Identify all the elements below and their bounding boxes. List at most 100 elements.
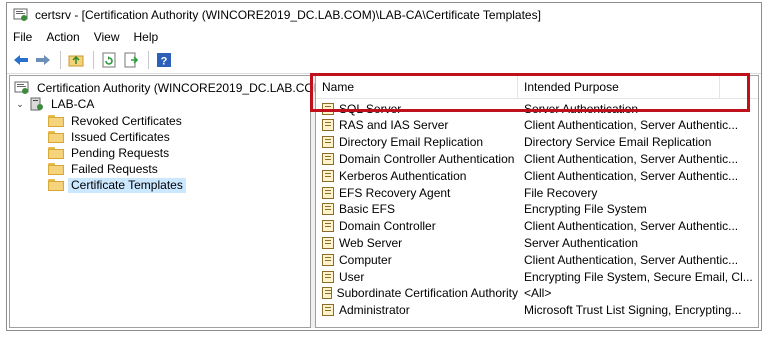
intended-purpose-cell: Directory Service Email Replication xyxy=(524,135,712,150)
panes: Certification Authority (WINCORE2019_DC.… xyxy=(9,75,759,328)
template-name-cell: Computer xyxy=(316,253,518,267)
intended-purpose-cell: Client Authentication, Server Authentic.… xyxy=(524,219,739,234)
template-name: Kerberos Authentication xyxy=(339,168,467,183)
tree-item-lab-ca[interactable]: ⌄ LAB-CA xyxy=(14,96,97,112)
window-title: certsrv - [Certification Authority (WINC… xyxy=(35,8,541,22)
table-row[interactable]: Computer Client Authentication, Server Au… xyxy=(316,251,738,268)
certificate-template-icon xyxy=(322,203,334,216)
tree-root-label: Certification Authority (WINCORE2019_DC.… xyxy=(37,80,328,95)
menu-help[interactable]: Help xyxy=(134,30,159,44)
tree-folder-label: Revoked Certificates xyxy=(71,113,182,128)
tree-item-issued-certificates[interactable]: Issued Certificates xyxy=(48,129,173,145)
template-name: EFS Recovery Agent xyxy=(339,185,451,200)
tree-folder-label: Failed Requests xyxy=(71,161,158,176)
title-bar: certsrv - [Certification Authority (WINC… xyxy=(7,3,761,27)
table-row[interactable]: Web Server Server Authentication xyxy=(316,234,638,251)
template-name-cell: Subordinate Certification Authority xyxy=(316,286,518,300)
menu-view[interactable]: View xyxy=(94,30,120,44)
intended-purpose-cell: Encrypting File System, Secure Email, Cl… xyxy=(524,269,753,284)
template-name-cell: Domain Controller xyxy=(316,219,518,233)
ca-server-icon xyxy=(28,97,44,111)
intended-purpose-cell: Client Authentication, Server Authentic.… xyxy=(524,151,739,166)
table-row[interactable]: User Encrypting File System, Secure Email… xyxy=(316,268,753,285)
template-name-cell: Directory Email Replication xyxy=(316,135,518,149)
certificate-template-icon xyxy=(322,136,334,149)
svg-text:?: ? xyxy=(161,56,168,68)
template-name: Administrator xyxy=(339,303,410,318)
template-name-cell: Basic EFS xyxy=(316,202,518,216)
intended-purpose-cell: Encrypting File System xyxy=(524,202,647,217)
template-name-cell: User xyxy=(316,270,518,284)
template-name: Web Server xyxy=(339,235,403,250)
tree-item-failed-requests[interactable]: Failed Requests xyxy=(48,161,161,177)
folder-icon xyxy=(48,131,64,143)
certification-authority-icon xyxy=(14,81,30,95)
column-header-name[interactable]: Name xyxy=(316,76,518,98)
table-row[interactable]: Domain Controller Authentication Client A… xyxy=(316,150,738,167)
up-folder-icon[interactable] xyxy=(66,50,86,70)
details-pane: Name Intended Purpose SQL Server Server A… xyxy=(315,75,759,328)
template-name: Basic EFS xyxy=(339,202,396,217)
certificate-template-icon xyxy=(322,102,334,115)
certificate-template-icon xyxy=(322,287,332,300)
folder-icon xyxy=(48,163,64,175)
table-row[interactable]: Subordinate Certification Authority <All> xyxy=(316,285,551,302)
template-name: RAS and IAS Server xyxy=(339,118,449,133)
template-name-cell: RAS and IAS Server xyxy=(316,118,518,132)
column-header-intended-purpose[interactable]: Intended Purpose xyxy=(518,76,720,98)
table-row[interactable]: EFS Recovery Agent File Recovery xyxy=(316,184,597,201)
forward-arrow-icon[interactable] xyxy=(33,50,53,70)
template-name-cell: EFS Recovery Agent xyxy=(316,186,518,200)
help-icon[interactable]: ? xyxy=(154,50,174,70)
intended-purpose-cell: File Recovery xyxy=(524,185,598,200)
table-row[interactable]: Domain Controller Client Authentication, … xyxy=(316,218,738,235)
certificate-template-icon xyxy=(322,169,334,182)
intended-purpose-cell: Server Authentication xyxy=(524,235,639,250)
template-name: Domain Controller xyxy=(339,219,436,234)
certificate-template-icon xyxy=(322,304,334,317)
certificate-template-icon xyxy=(322,186,334,199)
template-name-cell: SQL Server xyxy=(316,102,518,116)
template-name-cell: Administrator xyxy=(316,303,518,317)
template-name: User xyxy=(339,269,365,284)
tree-folder-label: Issued Certificates xyxy=(71,129,170,144)
certificate-template-icon xyxy=(322,253,334,266)
chevron-down-icon[interactable]: ⌄ xyxy=(14,99,26,110)
intended-purpose-cell: <All> xyxy=(524,286,552,301)
template-name: Computer xyxy=(339,252,392,267)
table-row[interactable]: Administrator Microsoft Trust List Signin… xyxy=(316,302,741,319)
template-name: Subordinate Certification Authority xyxy=(336,286,518,301)
tree-item-certificate-templates[interactable]: Certificate Templates xyxy=(48,177,186,193)
template-name: SQL Server xyxy=(339,101,402,116)
tree-item-pending-requests[interactable]: Pending Requests xyxy=(48,145,172,161)
console-tree: Certification Authority (WINCORE2019_DC.… xyxy=(9,75,328,328)
table-row[interactable]: RAS and IAS Server Client Authentication,… xyxy=(316,117,738,134)
certificate-template-icon xyxy=(322,220,334,233)
certificate-template-icon xyxy=(322,152,334,165)
table-row[interactable]: SQL Server Server Authentication xyxy=(316,100,638,117)
table-row[interactable]: Directory Email Replication Directory Ser… xyxy=(316,134,711,151)
toolbar-separator xyxy=(148,51,149,69)
list-header: Name Intended Purpose xyxy=(316,76,758,99)
folder-icon xyxy=(48,179,64,191)
tree-item-root[interactable]: Certification Authority (WINCORE2019_DC.… xyxy=(14,80,331,96)
toolbar-separator xyxy=(93,51,94,69)
tree-item-revoked-certificates[interactable]: Revoked Certificates xyxy=(48,113,185,129)
template-name: Domain Controller Authentication xyxy=(339,151,515,166)
export-list-icon[interactable] xyxy=(121,50,141,70)
back-arrow-icon[interactable] xyxy=(11,50,31,70)
toolbar: ? xyxy=(7,47,761,74)
menu-action[interactable]: Action xyxy=(46,30,79,44)
table-row[interactable]: Kerberos Authentication Client Authentica… xyxy=(316,167,738,184)
refresh-icon[interactable] xyxy=(99,50,119,70)
certificate-template-icon xyxy=(322,119,334,132)
menu-file[interactable]: File xyxy=(13,30,32,44)
folder-icon xyxy=(48,147,64,159)
tree-folder-label: Pending Requests xyxy=(71,145,170,160)
table-row[interactable]: Basic EFS Encrypting File System xyxy=(316,201,647,218)
intended-purpose-cell: Client Authentication, Server Authentic.… xyxy=(524,252,739,267)
toolbar-separator xyxy=(60,51,61,69)
intended-purpose-cell: Client Authentication, Server Authentic.… xyxy=(524,168,739,183)
intended-purpose-cell: Client Authentication, Server Authentic.… xyxy=(524,118,739,133)
menu-bar: File Action View Help xyxy=(7,27,761,47)
